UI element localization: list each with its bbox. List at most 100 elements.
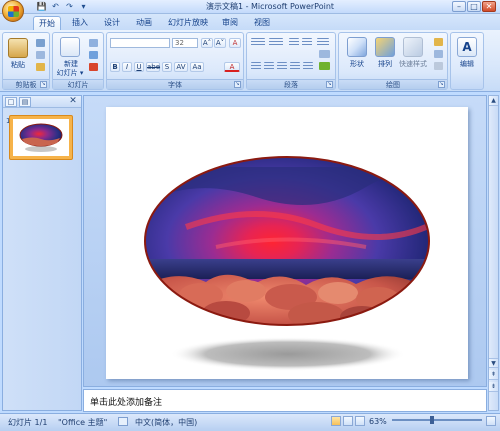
picture-shadow xyxy=(170,337,406,371)
align-right-icon[interactable] xyxy=(277,62,287,70)
shape-effects-icon[interactable] xyxy=(434,62,443,70)
slide-sorter-icon[interactable] xyxy=(343,416,353,426)
font-size-select[interactable]: 32 xyxy=(172,38,198,48)
find-icon[interactable]: A xyxy=(457,37,477,57)
previous-slide-icon[interactable]: ⇞ xyxy=(489,370,498,380)
scroll-down-icon[interactable]: ▼ xyxy=(489,358,498,368)
smartart-icon[interactable] xyxy=(319,62,330,70)
language-indicator[interactable]: 中文(简体，中国) xyxy=(135,417,197,428)
increase-indent-icon[interactable] xyxy=(302,38,312,46)
theme-name[interactable]: "Office 主题" xyxy=(58,417,107,428)
close-button[interactable]: ✕ xyxy=(482,1,496,12)
grow-font-button[interactable]: A˄ xyxy=(201,38,213,48)
columns-icon[interactable] xyxy=(303,62,313,70)
arrange-icon[interactable] xyxy=(375,37,395,57)
tab-review[interactable]: 审阅 xyxy=(217,16,243,30)
tab-home[interactable]: 开始 xyxy=(33,16,61,30)
cut-icon[interactable] xyxy=(36,39,45,47)
next-slide-icon[interactable]: ⇟ xyxy=(489,382,498,392)
shape-fill-icon[interactable] xyxy=(434,38,443,46)
font-group-label: 字体 xyxy=(107,79,243,89)
quick-styles-icon[interactable] xyxy=(403,37,423,57)
shape-outline-icon[interactable] xyxy=(434,50,443,58)
format-painter-icon[interactable] xyxy=(36,63,45,71)
editing-group: A 编辑 xyxy=(450,32,484,90)
paragraph-group-label: 段落 xyxy=(247,79,335,89)
change-case-button[interactable]: Aa xyxy=(190,62,204,72)
scroll-up-icon[interactable]: ▲ xyxy=(489,96,498,106)
office-logo-icon xyxy=(8,6,19,17)
minimize-button[interactable]: – xyxy=(452,1,466,12)
clipboard-launcher-icon[interactable]: ↘ xyxy=(40,81,47,88)
clear-format-button[interactable]: A xyxy=(229,38,241,48)
vertical-scrollbar[interactable]: ▲ ▼ ⇞ ⇟ xyxy=(488,95,499,411)
spacing-button[interactable]: AV xyxy=(174,62,188,72)
text-direction-icon[interactable] xyxy=(319,50,330,58)
customize-toolbar-icon[interactable]: ▾ xyxy=(78,2,89,12)
editing-label[interactable]: 编辑 xyxy=(453,59,481,69)
zoom-level[interactable]: 63% xyxy=(369,417,387,426)
align-center-icon[interactable] xyxy=(264,62,274,70)
slideshow-view-icon[interactable] xyxy=(355,416,365,426)
maximize-button[interactable]: □ xyxy=(467,1,481,12)
italic-button[interactable]: I xyxy=(122,62,132,72)
new-slide-icon[interactable] xyxy=(60,37,80,57)
save-icon[interactable]: 💾 xyxy=(36,2,47,12)
tab-animations[interactable]: 动画 xyxy=(131,16,157,30)
drawing-group: 形状 排列 快速样式 绘图 ↘ xyxy=(338,32,448,90)
font-name-select[interactable] xyxy=(110,38,170,48)
drawing-launcher-icon[interactable]: ↘ xyxy=(438,81,445,88)
paragraph-group: 段落 ↘ xyxy=(246,32,336,90)
window-title: 演示文稿1 - Microsoft PowerPoint xyxy=(205,2,335,11)
tab-view[interactable]: 视图 xyxy=(249,16,275,30)
decrease-indent-icon[interactable] xyxy=(289,38,299,46)
justify-icon[interactable] xyxy=(290,62,300,70)
spellcheck-icon[interactable] xyxy=(118,417,128,426)
font-launcher-icon[interactable]: ↘ xyxy=(234,81,241,88)
notes-placeholder[interactable]: 单击此处添加备注 xyxy=(90,395,162,408)
bold-button[interactable]: B xyxy=(110,62,120,72)
outline-tab-icon[interactable]: □ xyxy=(5,97,17,107)
slide-thumbnail[interactable] xyxy=(9,115,73,160)
font-color-button[interactable]: A xyxy=(224,62,240,72)
tab-design[interactable]: 设计 xyxy=(99,16,125,30)
copy-icon[interactable] xyxy=(36,51,45,59)
shadow-button[interactable]: S xyxy=(162,62,172,72)
normal-view-icon[interactable] xyxy=(331,416,341,426)
reset-icon[interactable] xyxy=(89,51,98,59)
numbering-icon[interactable] xyxy=(269,38,283,46)
drawing-group-label: 绘图 xyxy=(339,79,447,89)
quick-styles-label[interactable]: 快速样式 xyxy=(395,59,431,69)
sunset-photo xyxy=(145,157,429,325)
panel-close-icon[interactable]: ✕ xyxy=(68,97,78,107)
slides-tab-icon[interactable]: ▤ xyxy=(19,97,31,107)
slides-group-label: 幻灯片 xyxy=(53,79,103,89)
slide-canvas[interactable] xyxy=(106,107,468,379)
strikethrough-button[interactable]: abe xyxy=(146,62,160,72)
bullets-icon[interactable] xyxy=(251,38,265,46)
slide-picture[interactable] xyxy=(106,107,468,379)
tab-insert[interactable]: 插入 xyxy=(67,16,93,30)
line-spacing-icon[interactable] xyxy=(317,38,329,46)
shrink-font-button[interactable]: A˅ xyxy=(214,38,226,48)
slides-group: 新建 幻灯片 ▾ 幻灯片 xyxy=(52,32,104,90)
delete-slide-icon[interactable] xyxy=(89,63,98,71)
shapes-icon[interactable] xyxy=(347,37,367,57)
underline-button[interactable]: U xyxy=(134,62,144,72)
new-slide-label-2[interactable]: 幻灯片 ▾ xyxy=(53,68,87,78)
layout-icon[interactable] xyxy=(89,39,98,47)
zoom-slider[interactable] xyxy=(392,419,482,421)
paste-icon[interactable] xyxy=(8,38,28,58)
paste-label[interactable]: 粘贴 xyxy=(6,60,30,70)
zoom-slider-thumb[interactable] xyxy=(430,416,434,424)
undo-icon[interactable]: ↶ xyxy=(50,2,61,12)
office-button[interactable] xyxy=(2,0,24,22)
align-left-icon[interactable] xyxy=(251,62,261,70)
slide-counter: 幻灯片 1/1 xyxy=(8,418,48,427)
font-group: 32 A˄ A˅ A B I U abe S AV Aa A 字体 ↘ xyxy=(106,32,244,90)
paragraph-launcher-icon[interactable]: ↘ xyxy=(326,81,333,88)
tab-slideshow[interactable]: 幻灯片放映 xyxy=(163,16,213,30)
redo-icon[interactable]: ↷ xyxy=(64,2,75,12)
shapes-label[interactable]: 形状 xyxy=(343,59,371,69)
fit-to-window-icon[interactable] xyxy=(486,416,496,426)
